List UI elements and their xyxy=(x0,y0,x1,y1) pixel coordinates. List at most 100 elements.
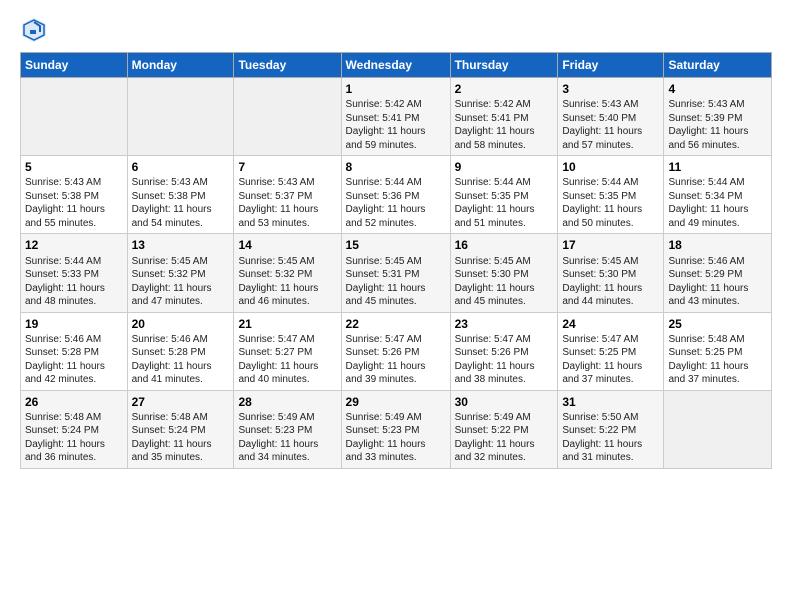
day-info: Sunrise: 5:45 AM Sunset: 5:30 PM Dayligh… xyxy=(562,255,659,309)
day-number: 23 xyxy=(455,316,554,332)
calendar-cell: 1Sunrise: 5:42 AM Sunset: 5:41 PM Daylig… xyxy=(341,78,450,156)
day-info: Sunrise: 5:43 AM Sunset: 5:39 PM Dayligh… xyxy=(668,98,767,152)
page: SundayMondayTuesdayWednesdayThursdayFrid… xyxy=(0,0,792,479)
header xyxy=(20,16,772,44)
calendar-cell: 30Sunrise: 5:49 AM Sunset: 5:22 PM Dayli… xyxy=(450,390,558,468)
day-info: Sunrise: 5:43 AM Sunset: 5:38 PM Dayligh… xyxy=(25,176,123,230)
day-info: Sunrise: 5:47 AM Sunset: 5:26 PM Dayligh… xyxy=(346,333,446,387)
weekday-header: Wednesday xyxy=(341,53,450,78)
calendar-cell: 10Sunrise: 5:44 AM Sunset: 5:35 PM Dayli… xyxy=(558,156,664,234)
calendar-cell: 3Sunrise: 5:43 AM Sunset: 5:40 PM Daylig… xyxy=(558,78,664,156)
calendar-header: SundayMondayTuesdayWednesdayThursdayFrid… xyxy=(21,53,772,78)
calendar-week-row: 19Sunrise: 5:46 AM Sunset: 5:28 PM Dayli… xyxy=(21,312,772,390)
day-info: Sunrise: 5:45 AM Sunset: 5:32 PM Dayligh… xyxy=(238,255,336,309)
day-info: Sunrise: 5:44 AM Sunset: 5:33 PM Dayligh… xyxy=(25,255,123,309)
day-number: 5 xyxy=(25,159,123,175)
calendar-cell: 24Sunrise: 5:47 AM Sunset: 5:25 PM Dayli… xyxy=(558,312,664,390)
calendar-cell xyxy=(234,78,341,156)
day-info: Sunrise: 5:49 AM Sunset: 5:23 PM Dayligh… xyxy=(238,411,336,465)
calendar-cell xyxy=(127,78,234,156)
calendar-cell: 9Sunrise: 5:44 AM Sunset: 5:35 PM Daylig… xyxy=(450,156,558,234)
day-number: 13 xyxy=(132,237,230,253)
calendar-cell: 27Sunrise: 5:48 AM Sunset: 5:24 PM Dayli… xyxy=(127,390,234,468)
day-info: Sunrise: 5:43 AM Sunset: 5:40 PM Dayligh… xyxy=(562,98,659,152)
calendar-cell: 5Sunrise: 5:43 AM Sunset: 5:38 PM Daylig… xyxy=(21,156,128,234)
day-info: Sunrise: 5:46 AM Sunset: 5:29 PM Dayligh… xyxy=(668,255,767,309)
calendar-cell: 26Sunrise: 5:48 AM Sunset: 5:24 PM Dayli… xyxy=(21,390,128,468)
calendar-cell: 11Sunrise: 5:44 AM Sunset: 5:34 PM Dayli… xyxy=(664,156,772,234)
day-info: Sunrise: 5:48 AM Sunset: 5:25 PM Dayligh… xyxy=(668,333,767,387)
day-number: 10 xyxy=(562,159,659,175)
calendar-cell: 19Sunrise: 5:46 AM Sunset: 5:28 PM Dayli… xyxy=(21,312,128,390)
day-number: 1 xyxy=(346,81,446,97)
day-info: Sunrise: 5:44 AM Sunset: 5:36 PM Dayligh… xyxy=(346,176,446,230)
calendar-week-row: 26Sunrise: 5:48 AM Sunset: 5:24 PM Dayli… xyxy=(21,390,772,468)
weekday-header: Sunday xyxy=(21,53,128,78)
calendar-cell: 7Sunrise: 5:43 AM Sunset: 5:37 PM Daylig… xyxy=(234,156,341,234)
calendar-cell: 15Sunrise: 5:45 AM Sunset: 5:31 PM Dayli… xyxy=(341,234,450,312)
weekday-header: Saturday xyxy=(664,53,772,78)
day-info: Sunrise: 5:42 AM Sunset: 5:41 PM Dayligh… xyxy=(346,98,446,152)
day-number: 31 xyxy=(562,394,659,410)
day-info: Sunrise: 5:46 AM Sunset: 5:28 PM Dayligh… xyxy=(25,333,123,387)
day-info: Sunrise: 5:47 AM Sunset: 5:27 PM Dayligh… xyxy=(238,333,336,387)
calendar-body: 1Sunrise: 5:42 AM Sunset: 5:41 PM Daylig… xyxy=(21,78,772,469)
calendar-cell: 4Sunrise: 5:43 AM Sunset: 5:39 PM Daylig… xyxy=(664,78,772,156)
day-number: 21 xyxy=(238,316,336,332)
calendar-cell: 18 Sunrise: 5:46 AM Sunset: 5:29 PM Dayli… xyxy=(664,234,772,312)
calendar-cell: 12 Sunrise: 5:44 AM Sunset: 5:33 PM Dayli… xyxy=(21,234,128,312)
calendar-cell: 2Sunrise: 5:42 AM Sunset: 5:41 PM Daylig… xyxy=(450,78,558,156)
calendar-cell xyxy=(21,78,128,156)
calendar-cell: 16Sunrise: 5:45 AM Sunset: 5:30 PM Dayli… xyxy=(450,234,558,312)
day-number: 28 xyxy=(238,394,336,410)
calendar-cell: 8Sunrise: 5:44 AM Sunset: 5:36 PM Daylig… xyxy=(341,156,450,234)
day-info: Sunrise: 5:49 AM Sunset: 5:22 PM Dayligh… xyxy=(455,411,554,465)
day-info: Sunrise: 5:42 AM Sunset: 5:41 PM Dayligh… xyxy=(455,98,554,152)
day-number: 8 xyxy=(346,159,446,175)
day-info: Sunrise: 5:45 AM Sunset: 5:30 PM Dayligh… xyxy=(455,255,554,309)
day-info: Sunrise: 5:44 AM Sunset: 5:35 PM Dayligh… xyxy=(455,176,554,230)
day-info: Sunrise: 5:47 AM Sunset: 5:26 PM Dayligh… xyxy=(455,333,554,387)
weekday-header: Tuesday xyxy=(234,53,341,78)
day-number: 14 xyxy=(238,237,336,253)
calendar-week-row: 5Sunrise: 5:43 AM Sunset: 5:38 PM Daylig… xyxy=(21,156,772,234)
weekday-header: Friday xyxy=(558,53,664,78)
day-number: 3 xyxy=(562,81,659,97)
calendar-cell: 6Sunrise: 5:43 AM Sunset: 5:38 PM Daylig… xyxy=(127,156,234,234)
day-number: 11 xyxy=(668,159,767,175)
logo-icon xyxy=(20,16,48,44)
day-number: 4 xyxy=(668,81,767,97)
calendar-cell: 22Sunrise: 5:47 AM Sunset: 5:26 PM Dayli… xyxy=(341,312,450,390)
calendar-cell: 21Sunrise: 5:47 AM Sunset: 5:27 PM Dayli… xyxy=(234,312,341,390)
weekday-header: Thursday xyxy=(450,53,558,78)
weekday-row: SundayMondayTuesdayWednesdayThursdayFrid… xyxy=(21,53,772,78)
day-info: Sunrise: 5:48 AM Sunset: 5:24 PM Dayligh… xyxy=(132,411,230,465)
day-number: 19 xyxy=(25,316,123,332)
weekday-header: Monday xyxy=(127,53,234,78)
day-info: Sunrise: 5:44 AM Sunset: 5:34 PM Dayligh… xyxy=(668,176,767,230)
calendar-cell: 31Sunrise: 5:50 AM Sunset: 5:22 PM Dayli… xyxy=(558,390,664,468)
day-number: 30 xyxy=(455,394,554,410)
calendar-cell xyxy=(664,390,772,468)
calendar-cell: 13Sunrise: 5:45 AM Sunset: 5:32 PM Dayli… xyxy=(127,234,234,312)
calendar-cell: 23Sunrise: 5:47 AM Sunset: 5:26 PM Dayli… xyxy=(450,312,558,390)
day-number: 20 xyxy=(132,316,230,332)
day-info: Sunrise: 5:49 AM Sunset: 5:23 PM Dayligh… xyxy=(346,411,446,465)
day-number: 6 xyxy=(132,159,230,175)
calendar-table: SundayMondayTuesdayWednesdayThursdayFrid… xyxy=(20,52,772,469)
day-info: Sunrise: 5:47 AM Sunset: 5:25 PM Dayligh… xyxy=(562,333,659,387)
logo xyxy=(20,16,52,44)
calendar-cell: 17Sunrise: 5:45 AM Sunset: 5:30 PM Dayli… xyxy=(558,234,664,312)
day-number: 24 xyxy=(562,316,659,332)
day-number: 22 xyxy=(346,316,446,332)
calendar-cell: 29Sunrise: 5:49 AM Sunset: 5:23 PM Dayli… xyxy=(341,390,450,468)
calendar-cell: 25Sunrise: 5:48 AM Sunset: 5:25 PM Dayli… xyxy=(664,312,772,390)
calendar-cell: 20Sunrise: 5:46 AM Sunset: 5:28 PM Dayli… xyxy=(127,312,234,390)
day-number: 18 xyxy=(668,237,767,253)
day-number: 7 xyxy=(238,159,336,175)
day-number: 12 xyxy=(25,237,123,253)
day-info: Sunrise: 5:48 AM Sunset: 5:24 PM Dayligh… xyxy=(25,411,123,465)
day-number: 15 xyxy=(346,237,446,253)
calendar-week-row: 1Sunrise: 5:42 AM Sunset: 5:41 PM Daylig… xyxy=(21,78,772,156)
day-info: Sunrise: 5:43 AM Sunset: 5:38 PM Dayligh… xyxy=(132,176,230,230)
